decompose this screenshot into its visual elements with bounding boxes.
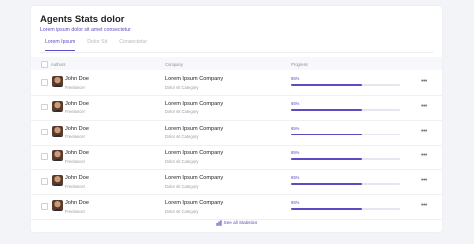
progress-bar-fill (291, 84, 362, 86)
tab-lorem-ipsum[interactable]: Lorem Ipsum (45, 39, 76, 51)
company-name: Lorem Ipsum Company (165, 150, 224, 157)
author-name: John Doe (65, 175, 89, 182)
company-category: Dolor sit Category (165, 183, 199, 189)
author-name: John Doe (65, 150, 89, 157)
tab-dolor-sit[interactable]: Dolor Sit (87, 39, 107, 51)
progress-bar-fill (291, 133, 362, 136)
company-name: Lorem Ipsum Company (165, 100, 224, 107)
avatar (52, 76, 63, 87)
author-role: Freelancer (65, 208, 86, 214)
company-name: Lorem Ipsum Company (165, 200, 224, 206)
company-category: Dolor sit Category (165, 208, 199, 214)
avatar (52, 200, 63, 211)
company-name: Lorem Ipsum Company (165, 125, 224, 132)
author-role: Freelancer (65, 134, 86, 140)
table-row: John Doe Freelancer Lorem Ipsum Company Dol… (31, 120, 442, 146)
page-title: Agents Stats dolor (40, 14, 125, 25)
avatar (52, 175, 63, 187)
page-subtitle: Lorem ipsum dolor sit amet consectetur (40, 27, 131, 33)
more-options-icon[interactable]: ••• (421, 177, 427, 184)
progress-value: 65% (291, 200, 300, 205)
table-header: Authors Company Progress (31, 57, 442, 70)
agents-stats-card: Agents Stats dolor Lorem ipsum dolor sit… (31, 6, 442, 232)
progress-value: 65% (291, 150, 300, 156)
company-name: Lorem Ipsum Company (165, 76, 224, 82)
author-name: John Doe (65, 125, 89, 132)
table-row: John Doe Freelancer Lorem Ipsum Company Dol… (31, 95, 442, 121)
more-options-icon[interactable]: ••• (421, 152, 427, 159)
row-checkbox[interactable] (41, 79, 48, 86)
avatar (52, 100, 63, 112)
tab-consectetur[interactable]: Consectetur (119, 39, 147, 51)
tab-bar: Lorem Ipsum Dolor Sit Consectetur (45, 39, 159, 51)
progress-value: 65% (291, 175, 300, 181)
column-progress: Progress (291, 61, 308, 67)
table-row: John Doe Freelancer Lorem Ipsum Company Dol… (31, 70, 442, 96)
author-name: John Doe (65, 100, 89, 107)
progress-bar-fill (291, 183, 362, 185)
table-row: John Doe Freelancer Lorem Ipsum Company Dol… (31, 144, 442, 171)
row-checkbox[interactable] (41, 128, 48, 136)
progress-bar (291, 183, 400, 185)
bar-chart-icon (216, 220, 222, 226)
progress-bar (291, 84, 400, 86)
progress-value: 65% (291, 100, 300, 106)
author-role: Freelancer (65, 84, 86, 90)
company-category: Dolor sit Category (165, 158, 199, 164)
more-options-icon[interactable]: ••• (421, 128, 427, 135)
avatar (52, 150, 63, 162)
more-options-icon[interactable]: ••• (421, 202, 427, 209)
author-role: Freelancer (65, 183, 86, 189)
author-role: Freelancer (65, 109, 86, 115)
company-category: Dolor sit Category (165, 134, 199, 140)
table-row: John Doe Freelancer Lorem Ipsum Company Dol… (31, 194, 442, 220)
avatar (52, 125, 63, 137)
progress-bar (291, 158, 400, 161)
company-name: Lorem Ipsum Company (165, 175, 224, 182)
progress-bar (291, 108, 400, 111)
see-all-statistics-label: See all Statistics (223, 220, 258, 226)
row-checkbox[interactable] (41, 153, 48, 160)
progress-bar-fill (291, 158, 362, 161)
row-checkbox[interactable] (41, 178, 48, 185)
column-company: Company (165, 61, 183, 67)
author-role: Freelancer (65, 158, 86, 164)
more-options-icon[interactable]: ••• (421, 78, 427, 85)
company-category: Dolor sit Category (165, 84, 199, 90)
author-name: John Doe (65, 200, 89, 206)
progress-bar (291, 208, 400, 210)
more-options-icon[interactable]: ••• (421, 103, 427, 110)
see-all-statistics-link[interactable]: See all Statistics (31, 220, 442, 226)
table-row: John Doe Freelancer Lorem Ipsum Company Dol… (31, 169, 442, 196)
author-name: John Doe (65, 76, 89, 82)
row-checkbox[interactable] (41, 103, 48, 111)
progress-bar (291, 133, 400, 136)
select-all-checkbox[interactable] (41, 61, 48, 68)
progress-bar-fill (291, 108, 362, 111)
progress-bar-fill (291, 208, 362, 210)
tab-divider (40, 52, 433, 53)
company-category: Dolor sit Category (165, 109, 199, 115)
progress-value: 65% (291, 76, 300, 81)
column-authors: Authors (51, 61, 66, 67)
row-checkbox[interactable] (41, 203, 48, 210)
progress-value: 65% (291, 125, 300, 131)
